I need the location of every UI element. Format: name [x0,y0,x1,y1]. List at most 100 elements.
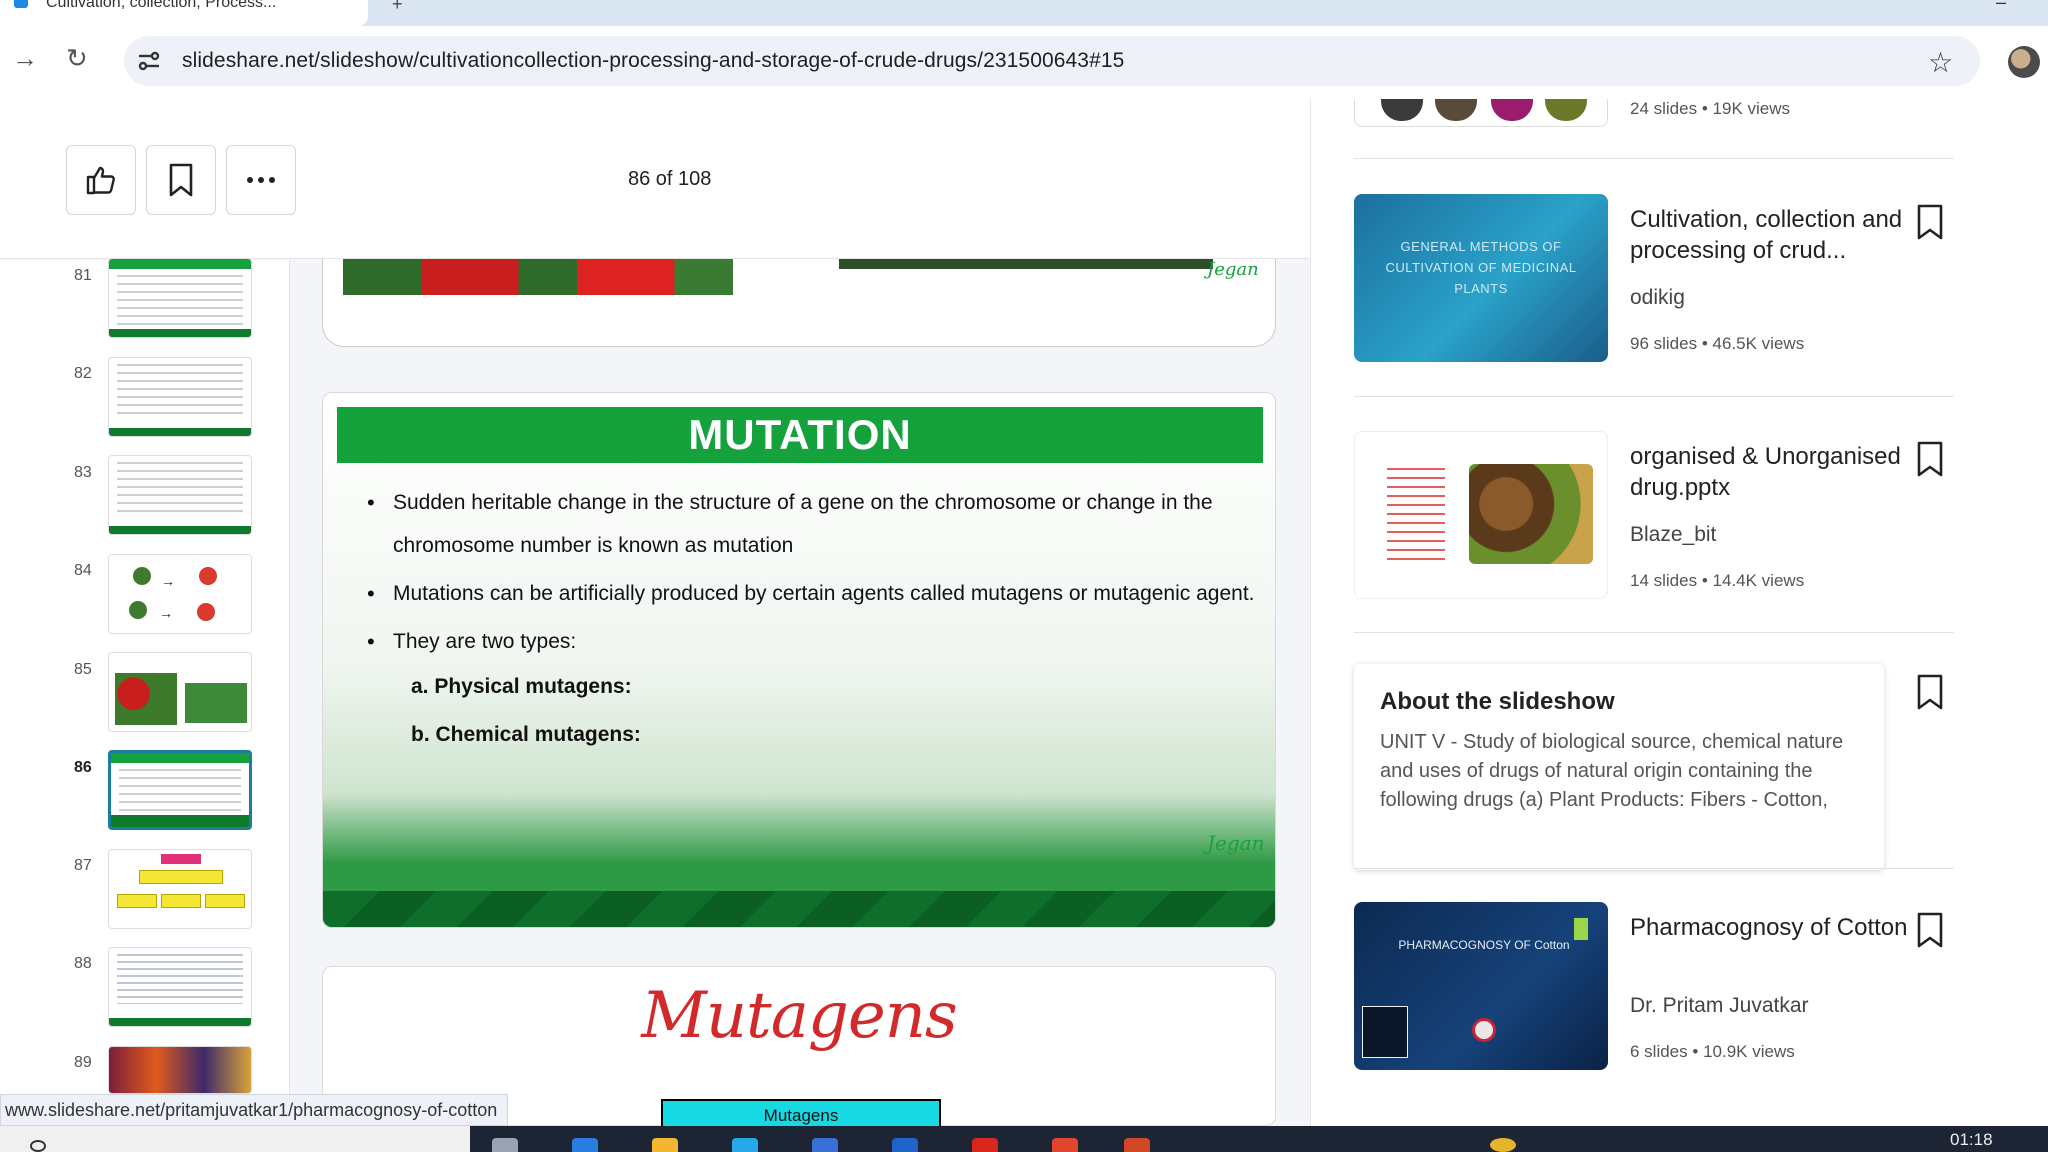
forward-arrow-icon[interactable]: → [12,44,38,72]
slide-signature: Jegan [1207,831,1265,855]
thumbnail-number-current: 86 [74,759,92,776]
new-tab-plus-icon[interactable]: + [392,0,403,15]
view-count: 46.5K views [1712,334,1805,353]
slide-thumbnail-88[interactable] [108,947,252,1027]
bookmark-icon[interactable] [1914,910,1946,950]
thumbnail-number: 85 [74,661,92,678]
related-author[interactable]: Blaze_bit [1630,523,1716,547]
minimize-icon[interactable]: – [1996,0,2006,13]
divider [1354,632,1954,633]
slide-footer-band [323,891,1275,927]
related-author[interactable]: Dr. Pritam Juvatkar [1630,994,1809,1018]
meta-separator: • [1692,1042,1699,1061]
meta-separator: • [1701,99,1708,118]
slide-thumbnail-81[interactable] [108,258,252,338]
bookmark-icon[interactable] [1914,672,1946,712]
slide-signature: Jegan [1207,259,1259,280]
about-slideshow-card: About the slideshow UNIT V - Study of bi… [1354,664,1884,870]
view-count: 10.9K views [1703,1042,1795,1061]
related-author[interactable]: odikig [1630,286,1685,310]
related-thumbnail: GENERAL METHODS OF CULTIVATION OF MEDICI… [1354,194,1608,362]
view-count: 19K views [1712,99,1791,118]
slide-thumbnail-87[interactable] [108,849,252,929]
about-title: About the slideshow [1380,688,1615,715]
chrome-icon[interactable] [1052,1138,1078,1152]
bookmark-star-icon[interactable]: ☆ [1928,46,1953,79]
related-thumbnail: PHARMACOGNOSY OF Cotton [1354,902,1608,1070]
divider [1354,158,1954,159]
browser-icon[interactable] [732,1138,758,1152]
slide-thumbnail-85[interactable] [108,652,252,732]
previous-slide: Jegan [322,259,1276,347]
store-icon[interactable] [812,1138,838,1152]
thumbnail-number: 89 [74,1054,92,1071]
tab-favicon-icon [14,0,28,8]
slide-subitem: b. Chemical mutagens: [411,723,641,746]
slide-subitem: a. Physical mutagens: [411,675,632,698]
divider [1354,868,1954,869]
divider [1354,396,1954,397]
related-thumbnail [1354,99,1608,127]
site-info-icon[interactable] [136,48,162,74]
related-card[interactable]: GENERAL METHODS OF CULTIVATION OF MEDICI… [1354,194,1954,364]
save-button[interactable] [146,145,216,215]
related-card[interactable]: organised & Unorganised drug.pptx Blaze_… [1354,431,1954,601]
slide-count: 24 slides [1630,99,1698,118]
url-host: slideshare.net [182,49,315,72]
related-title[interactable]: Cultivation, collection and processing o… [1630,204,1910,266]
taskbar-clock[interactable]: 01:18 [1950,1130,1993,1150]
thumbnail-text: GENERAL METHODS OF CULTIVATION OF MEDICI… [1385,239,1577,296]
more-horizontal-icon [247,177,275,183]
plant-image [839,259,1213,269]
slide-title: MUTATION [688,411,912,458]
meta-separator: • [1701,334,1708,353]
profile-avatar[interactable] [2008,46,2040,78]
thumbnail-text: PHARMACOGNOSY OF Cotton [1398,938,1570,952]
thumbnail-number: 81 [74,267,92,284]
slide-bullet: Mutations can be artificially produced b… [345,572,1255,615]
thumbnail-number: 88 [74,955,92,972]
edge-icon[interactable] [572,1138,598,1152]
like-button[interactable] [66,145,136,215]
slide-bullet: Sudden heritable change in the structure… [345,481,1255,567]
reload-icon[interactable]: ↻ [66,44,88,72]
meta-separator: • [1701,571,1708,590]
thumbnail-number: 82 [74,365,92,382]
slide-thumbnail-83[interactable] [108,455,252,535]
related-card[interactable]: PHARMACOGNOSY OF Cotton Pharmacognosy of… [1354,902,1954,1072]
slide-thumbnail-86-active[interactable] [108,750,252,830]
bookmark-icon[interactable] [1914,202,1946,242]
about-description: UNIT V - Study of biological source, che… [1380,731,1844,811]
slide-body: Sudden heritable change in the structure… [345,481,1255,759]
powerpoint-icon[interactable] [1124,1138,1150,1152]
slide-thumbnail-82[interactable] [108,357,252,437]
url-text[interactable]: slideshare.net/slideshow/cultivationcoll… [182,49,1124,73]
mail-icon[interactable] [892,1138,918,1152]
thumbnail-number: 84 [74,562,92,579]
slide-count: 6 slides [1630,1042,1688,1061]
related-card-partial[interactable]: 24 slides • 19K views [1354,99,1954,129]
weather-icon[interactable] [1490,1138,1516,1152]
thumbnail-number: 83 [74,464,92,481]
related-title[interactable]: Pharmacognosy of Cotton [1630,912,1910,943]
related-title[interactable]: organised & Unorganised drug.pptx [1630,441,1910,503]
next-slide-title: Mutagens [641,979,958,1053]
taskbar-search-box[interactable] [0,1126,470,1152]
task-view-icon[interactable] [492,1138,518,1152]
slide-thumbnail-89[interactable] [108,1046,252,1094]
view-count: 14.4K views [1712,571,1805,590]
bookmark-icon[interactable] [1914,439,1946,479]
slide-title-bar: MUTATION [337,407,1263,463]
page-counter: 86 of 108 [628,168,712,190]
file-explorer-icon[interactable] [652,1138,678,1152]
bookmark-icon [169,163,193,197]
slide-thumbnail-84[interactable]: → → [108,554,252,634]
thumbs-up-icon [86,166,115,195]
strawberry-image [343,259,733,295]
current-slide: MUTATION Sudden heritable change in the … [322,392,1276,928]
slide-bullet: They are two types: [345,620,1255,663]
app-icon[interactable] [972,1138,998,1152]
more-options-button[interactable] [226,145,296,215]
slide-count: 96 slides [1630,334,1698,353]
tab-title[interactable]: Cultivation, collection, Process... [46,0,276,11]
